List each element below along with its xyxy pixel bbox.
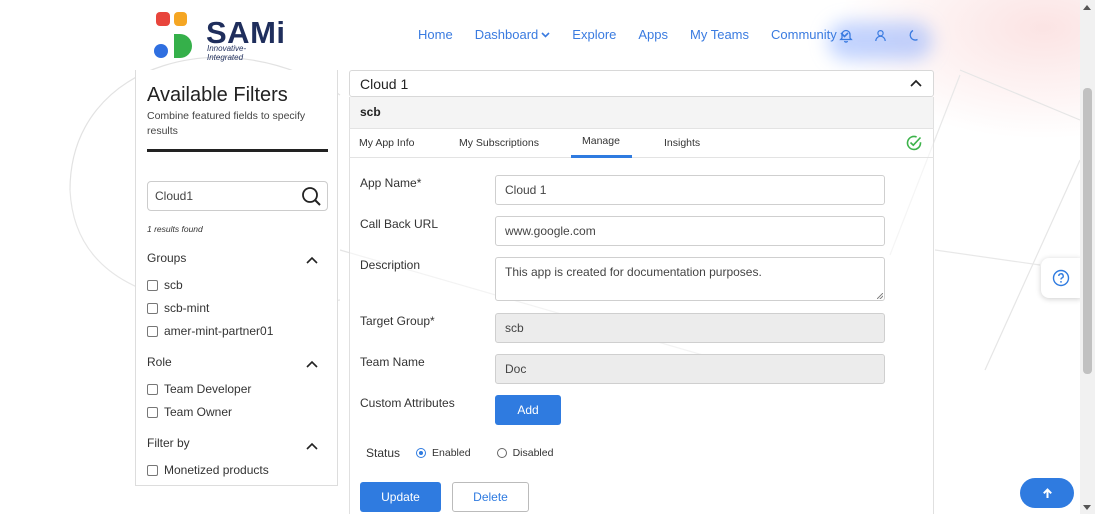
checkbox[interactable]	[147, 302, 158, 314]
filters-panel: Available Filters Combine featured field…	[135, 70, 338, 486]
app-name-input[interactable]	[495, 175, 885, 205]
results-count: 1 results found	[147, 224, 203, 234]
chevron-up-icon[interactable]	[306, 256, 318, 264]
delete-button[interactable]: Delete	[452, 482, 529, 512]
status-row: Status Enabled Disabled	[366, 446, 579, 460]
filter-option-label: Team Developer	[164, 382, 252, 396]
app-card-header[interactable]: Cloud 1	[349, 70, 934, 97]
custom-attributes-label: Custom Attributes	[360, 396, 455, 410]
brand-logo-mark-icon	[154, 12, 192, 58]
filter-option-label: scb-mint	[164, 301, 210, 315]
team-name-input	[495, 354, 885, 384]
description-textarea[interactable]: This app is created for documentation pu…	[495, 257, 885, 301]
nav-explore-label: Explore	[572, 27, 617, 42]
description-label: Description	[360, 258, 421, 272]
nav-home-label: Home	[418, 27, 453, 42]
scroll-to-top-button[interactable]	[1020, 478, 1074, 508]
scrollbar-thumb[interactable]	[1083, 88, 1092, 374]
team-name-label: Team Name	[360, 355, 425, 369]
target-group-label: Target Group*	[360, 314, 435, 328]
filter-monetized-products[interactable]: Monetized products	[147, 463, 269, 477]
filter-group-amer-mint-partner01[interactable]: amer-mint-partner01	[147, 324, 273, 338]
chevron-up-icon[interactable]	[306, 442, 318, 450]
page-scrollbar[interactable]	[1080, 0, 1095, 514]
nav-apps[interactable]: Apps	[638, 27, 668, 42]
group-heading: scb	[360, 105, 381, 119]
brand-tagline: Innovative-Integrated	[207, 44, 247, 62]
status-enabled-label[interactable]: Enabled	[432, 447, 471, 459]
status-disabled-radio[interactable]	[496, 448, 507, 458]
target-group-input	[495, 313, 885, 343]
filter-option-label: Monetized products	[164, 463, 269, 477]
app-card-title: Cloud 1	[360, 76, 409, 92]
nav-icons	[832, 21, 934, 49]
user-icon[interactable]	[866, 21, 894, 49]
filterby-heading: Filter by	[147, 436, 190, 450]
update-button[interactable]: Update	[360, 482, 441, 512]
checkbox[interactable]	[147, 383, 158, 395]
top-header: SAMi Innovative-Integrated Home Dashboar…	[0, 0, 1080, 70]
nav-my-teams[interactable]: My Teams	[690, 27, 749, 42]
filters-divider	[147, 149, 328, 152]
chevron-down-icon	[541, 31, 550, 38]
chevron-up-icon[interactable]	[910, 79, 922, 87]
role-heading: Role	[147, 355, 172, 369]
checkbox[interactable]	[147, 279, 158, 291]
status-enabled-radio[interactable]	[416, 448, 427, 458]
checkbox[interactable]	[147, 325, 158, 337]
filter-role-team-owner[interactable]: Team Owner	[147, 405, 232, 419]
check-circle-icon	[906, 135, 922, 151]
app-tabs: My App Info My Subscriptions Manage Insi…	[349, 128, 934, 158]
scroll-up-arrow-icon[interactable]	[1083, 5, 1091, 10]
search-icon[interactable]	[301, 186, 322, 207]
nav-my-teams-label: My Teams	[690, 27, 750, 42]
nav-dashboard[interactable]: Dashboard	[475, 27, 551, 42]
nav-dashboard-label: Dashboard	[474, 27, 539, 42]
help-button[interactable]	[1041, 258, 1081, 298]
add-attribute-button[interactable]: Add	[495, 395, 561, 425]
brand-logo[interactable]: SAMi Innovative-Integrated	[152, 12, 285, 62]
callback-url-input[interactable]	[495, 216, 885, 246]
bell-icon[interactable]	[832, 21, 860, 49]
tab-insights[interactable]: Insights	[664, 137, 700, 149]
filter-option-label: scb	[164, 278, 183, 292]
textarea-resize-handle[interactable]	[877, 293, 883, 299]
question-circle-icon	[1052, 269, 1070, 287]
tab-my-app-info[interactable]: My App Info	[359, 137, 414, 149]
filters-subtitle: Combine featured fields to specify resul…	[147, 110, 306, 137]
main-nav: Home Dashboard Explore Apps My Teams Com…	[418, 27, 871, 42]
chevron-up-icon[interactable]	[306, 360, 318, 368]
checkbox[interactable]	[147, 406, 158, 418]
groups-heading: Groups	[147, 251, 187, 265]
group-heading-bar: scb	[349, 97, 934, 128]
tab-manage[interactable]: Manage	[582, 135, 620, 147]
filter-option-label: amer-mint-partner01	[164, 324, 274, 338]
filter-search-input[interactable]	[155, 189, 295, 203]
status-disabled-label[interactable]: Disabled	[513, 447, 554, 459]
nav-apps-label: Apps	[638, 27, 669, 42]
nav-community-label: Community	[771, 27, 837, 42]
arrow-up-icon	[1042, 487, 1052, 498]
scroll-down-arrow-icon[interactable]	[1083, 505, 1091, 510]
filter-search-box	[147, 181, 328, 211]
filter-role-team-developer[interactable]: Team Developer	[147, 382, 251, 396]
filter-group-scb[interactable]: scb	[147, 278, 183, 292]
filters-title: Available Filters	[147, 84, 288, 106]
status-label: Status	[366, 446, 401, 460]
active-tab-indicator	[571, 155, 632, 158]
callback-url-label: Call Back URL	[360, 217, 439, 231]
nav-home[interactable]: Home	[418, 27, 453, 42]
app-name-label: App Name*	[360, 176, 422, 190]
filter-option-label: Team Owner	[164, 405, 233, 419]
checkbox[interactable]	[147, 464, 158, 476]
moon-icon[interactable]	[900, 21, 928, 49]
tab-my-subscriptions[interactable]: My Subscriptions	[459, 137, 539, 149]
nav-explore[interactable]: Explore	[572, 27, 616, 42]
filter-group-scb-mint[interactable]: scb-mint	[147, 301, 209, 315]
